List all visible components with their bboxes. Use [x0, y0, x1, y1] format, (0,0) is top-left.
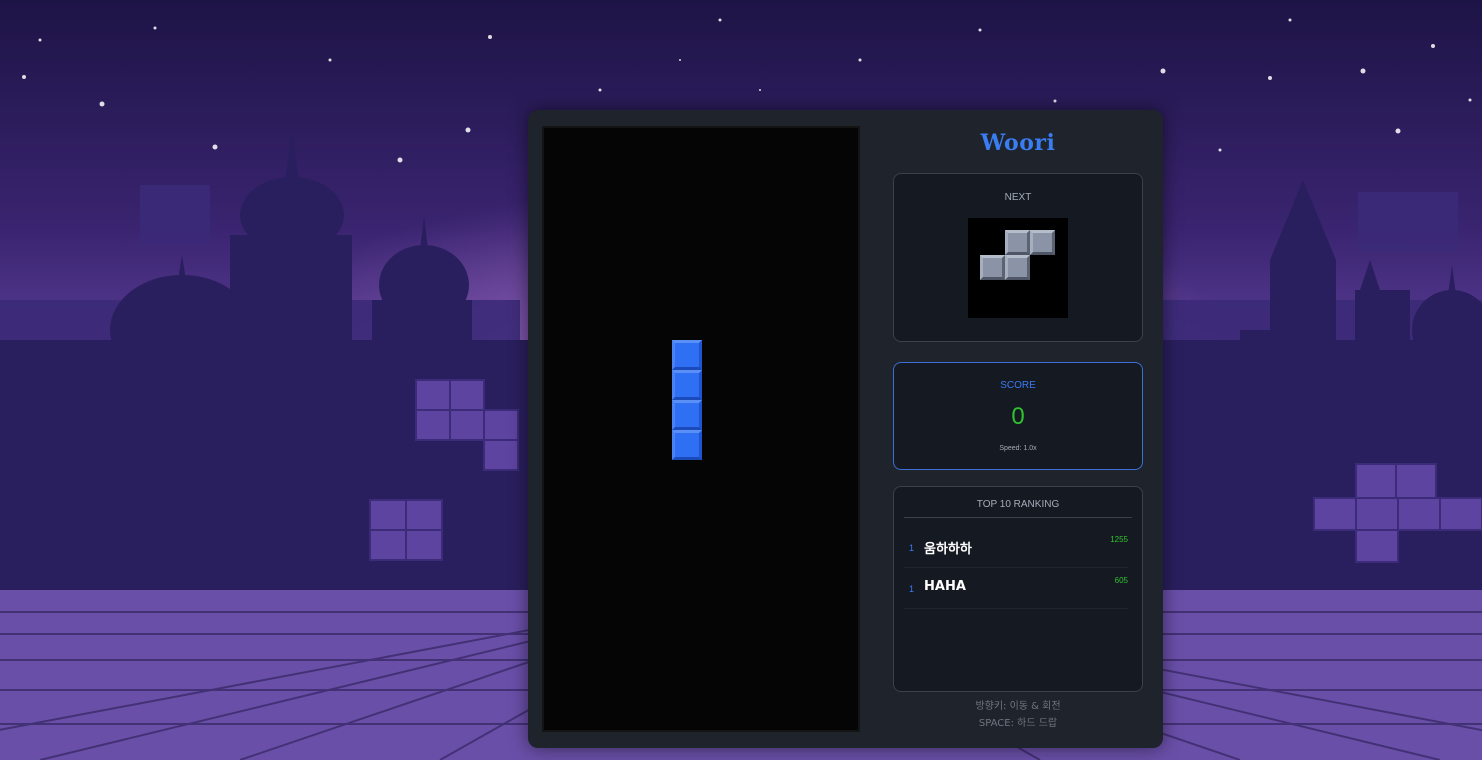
piece-block	[672, 430, 702, 460]
score-box: SCORE 0 Speed: 1.0x	[893, 362, 1143, 470]
next-piece-preview	[968, 218, 1068, 318]
next-piece-block	[980, 255, 1005, 280]
piece-block	[672, 370, 702, 400]
rank-number: 1	[909, 543, 915, 553]
game-board[interactable]	[542, 126, 860, 732]
ranking-row: 1 움하하하 1255	[904, 527, 1128, 568]
next-piece-box: NEXT	[893, 173, 1143, 342]
help-hard-drop: SPACE: 하드 드랍	[978, 718, 1058, 729]
ranking-divider	[904, 517, 1132, 518]
ranking-row: 1 HAHA 605	[904, 568, 1128, 609]
score-label: SCORE	[1000, 380, 1036, 391]
score-value: 0	[1011, 403, 1025, 430]
rank-player-name: HAHA	[924, 579, 966, 594]
help-move-rotate: 방향키: 이동 & 회전	[975, 701, 1061, 712]
piece-block	[672, 400, 702, 430]
next-piece-block	[1005, 255, 1030, 280]
ranking-title: TOP 10 RANKING	[976, 499, 1060, 510]
game-panel: Woori NEXT SCORE 0 Speed: 1.0x TOP 10 RA…	[528, 110, 1163, 748]
speed-indicator: Speed: 1.0x	[999, 445, 1037, 452]
rank-score: 1255	[1110, 535, 1128, 544]
rank-player-name: 움하하하	[924, 542, 972, 557]
next-piece-block	[1005, 230, 1030, 255]
rank-score: 605	[1114, 576, 1128, 585]
game-title: Woori	[980, 130, 1056, 156]
piece-block	[672, 340, 702, 370]
ranking-box: TOP 10 RANKING 1 움하하하 1255 1 HAHA 605	[893, 486, 1143, 692]
rank-number: 1	[909, 584, 915, 594]
next-label: NEXT	[1004, 192, 1032, 203]
next-piece-block	[1030, 230, 1055, 255]
